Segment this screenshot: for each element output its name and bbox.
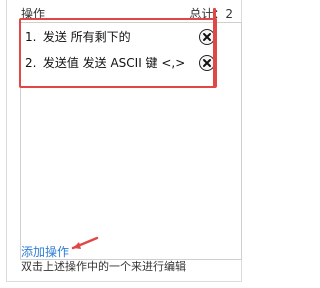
arrow-icon bbox=[71, 236, 99, 250]
actions-panel: 操作 总计：2 1. 发送 所有剩下的 2. 发送值 发送 ASCII 键 <,… bbox=[6, 0, 242, 282]
annotation-highlight-box bbox=[19, 18, 217, 88]
annotation-highlight-edge bbox=[213, 8, 216, 88]
add-action-link[interactable]: 添加操作 bbox=[21, 245, 69, 259]
edit-hint: 双击上述操作中的一个来进行编辑 bbox=[21, 260, 186, 273]
